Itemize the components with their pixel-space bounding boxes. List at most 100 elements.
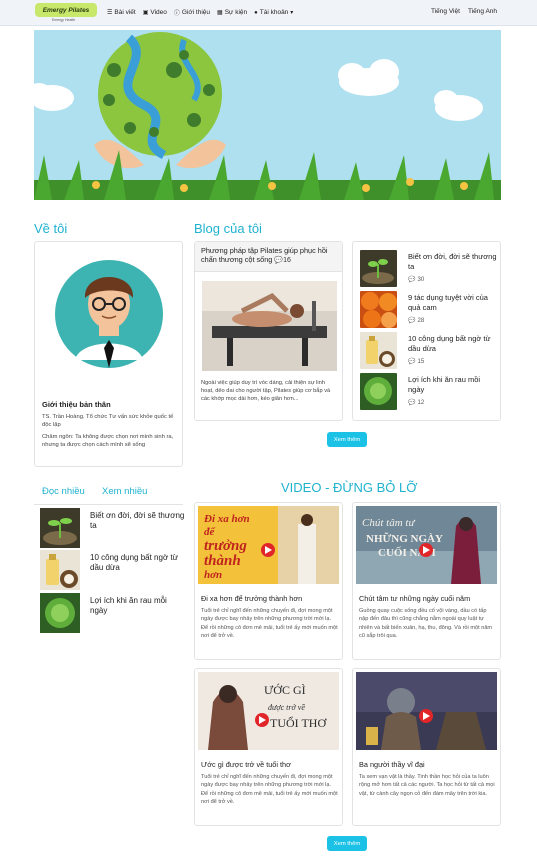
comment-icon: 💬	[408, 318, 416, 324]
list-item[interactable]: 10 công dụng bất ngờ từ dầu dừa 💬 15	[360, 332, 500, 370]
blog-list-meta: 💬 15	[408, 358, 424, 366]
list-item[interactable]: Biết ơn đời, đời sẽ thương ta	[40, 508, 185, 548]
video-title[interactable]: Ba người thầy vĩ đại	[359, 760, 499, 769]
video-description: Ta xem vạn vật là thầy. Tinh thần học hỏ…	[359, 774, 495, 797]
popular-thumb-greens	[40, 593, 80, 633]
svg-text:trưởng: trưởng	[204, 538, 247, 554]
comment-icon: 💬	[408, 359, 416, 365]
brand-logo-subtitle: Emergy Health	[52, 18, 76, 22]
list-item[interactable]: Lợi ích khi ăn rau mồi ngày 💬 12	[360, 373, 500, 411]
popular-thumb-coconut-oil	[40, 550, 80, 590]
svg-text:Đi xa hơn: Đi xa hơn	[203, 513, 250, 525]
user-icon: ●	[254, 9, 258, 16]
video-thumbnail[interactable]: Chút tâm tư NHỮNG NGÀY CUỐI NĂM	[356, 506, 497, 584]
play-icon[interactable]	[419, 709, 433, 723]
svg-text:hơn: hơn	[204, 569, 222, 581]
video-thumbnail[interactable]: Đi xa hơn để trưởng thành hơn	[198, 506, 339, 584]
popular-title[interactable]: Lợi ích khi ăn rau mỗi ngày	[90, 596, 185, 616]
tab-most-read[interactable]: Đọc nhiều	[42, 486, 85, 497]
comment-icon: 💬	[408, 400, 416, 406]
svg-text:được trở về: được trở về	[268, 703, 305, 712]
video-title[interactable]: Ước gì được trở về tuổi thơ	[201, 760, 341, 769]
film-icon: ▣	[142, 10, 149, 16]
video-description: Guồng quay cuộc sống đều cố vội vàng, dầ…	[359, 608, 493, 639]
list-item[interactable]: Biết ơn đời, đời sẽ thương ta 💬 30	[360, 250, 500, 288]
play-icon[interactable]	[255, 713, 269, 727]
blog-featured-title[interactable]: Phương pháp tập Pilates giúp phục hồi ch…	[201, 246, 328, 264]
info-icon: ⓘ	[173, 11, 180, 17]
video-title[interactable]: Đi xa hơn để trưởng thành hơn	[201, 594, 341, 603]
tab-most-viewed[interactable]: Xem nhiều	[102, 486, 147, 497]
nav-item-video[interactable]: ▣ Video	[143, 8, 167, 17]
lang-english-link[interactable]: Tiếng Anh	[468, 8, 497, 15]
nav-item-label: Video	[150, 9, 167, 16]
svg-text:thành: thành	[204, 553, 241, 569]
blog-more-button[interactable]: Xem thêm	[327, 432, 367, 447]
blog-list-meta: 💬 30	[408, 276, 425, 284]
nav-item-label: Giới thiệu	[181, 9, 211, 16]
list-icon: ☰	[107, 10, 113, 16]
blog-featured-comment-count: 16	[283, 257, 291, 264]
navbar: Emergy Pilates Emergy Health ☰ Bài viết ▣…	[0, 0, 537, 26]
video-card[interactable]: Đi xa hơn để trưởng thành hơn Đi xa hơn …	[194, 502, 343, 660]
blog-list-title[interactable]: 9 tác dụng tuyệt vời của quả cam	[408, 293, 498, 313]
brand-logo[interactable]: Emergy Pilates	[35, 3, 97, 17]
blog-list-meta: 💬 28	[408, 317, 425, 325]
lang-vietnamese-link[interactable]: Tiếng Việt	[431, 8, 460, 15]
popular-title[interactable]: 10 công dụng bất ngờ từ dầu dừa	[90, 553, 185, 573]
video-card[interactable]: Ba người thầy vĩ đại Ta xem vạn vật là t…	[352, 668, 501, 826]
nav-item-label: Tài khoản	[259, 9, 289, 16]
video-card[interactable]: Chút tâm tư NHỮNG NGÀY CUỐI NĂM Chút tâm…	[352, 502, 501, 660]
hero-banner	[34, 30, 501, 200]
nav-item-about[interactable]: ⓘ Giới thiệu	[174, 8, 210, 17]
blog-list-card: Biết ơn đời, đời sẽ thương ta 💬 30 9 tác …	[352, 241, 501, 421]
blog-list-meta: 💬 12	[408, 399, 424, 407]
blog-featured-header: Phương pháp tập Pilates giúp phục hồi ch…	[195, 242, 342, 272]
list-item[interactable]: Lợi ích khi ăn rau mỗi ngày	[40, 593, 185, 633]
about-title: Giới thiệu bản thân	[42, 400, 111, 409]
svg-text:ƯỚC GÌ: ƯỚC GÌ	[264, 683, 306, 697]
comment-icon: 💬	[408, 277, 416, 283]
list-item[interactable]: 9 tác dụng tuyệt vời của quả cam 💬 28	[360, 291, 500, 329]
video-thumbnail[interactable]	[356, 672, 497, 750]
play-icon[interactable]	[419, 543, 433, 557]
caret-down-icon: ▾	[290, 10, 294, 16]
video-description: Tuổi trẻ chỉ nghĩ đến những chuyến đi, đ…	[201, 774, 338, 805]
comment-icon: 💬	[274, 257, 284, 264]
play-icon[interactable]	[261, 543, 275, 557]
blog-list-title[interactable]: Biết ơn đời, đời sẽ thương ta	[408, 252, 498, 272]
blog-featured-image[interactable]	[202, 281, 337, 371]
about-heading: Về tôi	[34, 221, 68, 236]
about-credentials: TS. Trần Hoàng. Tổ chức Tư vấn sức khỏe …	[42, 414, 174, 428]
blog-featured-card[interactable]: Phương pháp tập Pilates giúp phục hồi ch…	[194, 241, 343, 421]
blog-featured-excerpt: Ngoài việc giúp duy trì vóc dáng, cải th…	[201, 380, 331, 402]
blog-thumb-oranges	[360, 291, 397, 328]
comment-count: 28	[417, 317, 425, 324]
blog-thumb-seedling	[360, 250, 397, 287]
svg-text:để: để	[204, 526, 216, 538]
main-nav: ☰ Bài viết ▣ Video ⓘ Giới thiệu ▦ Sự kiện ● T…	[107, 8, 293, 17]
blog-list-title[interactable]: 10 công dụng bất ngờ từ dầu dừa	[408, 334, 498, 354]
video-more-button[interactable]: Xem thêm	[327, 836, 367, 851]
nav-item-account[interactable]: ● Tài khoản ▾	[254, 8, 293, 17]
avatar	[55, 260, 163, 368]
video-title[interactable]: Chút tâm tư những ngày cuối năm	[359, 594, 499, 603]
blog-list-title[interactable]: Lợi ích khi ăn rau mồi ngày	[408, 375, 498, 395]
blog-thumb-greens	[360, 373, 397, 410]
popular-title[interactable]: Biết ơn đời, đời sẽ thương ta	[90, 511, 185, 531]
svg-text:Chút tâm tư: Chút tâm tư	[362, 517, 415, 529]
calendar-icon: ▦	[217, 10, 223, 16]
popular-thumb-seedling	[40, 508, 80, 548]
blog-heading: Blog của tôi	[194, 221, 262, 236]
blog-thumb-coconut-oil	[360, 332, 397, 369]
list-item[interactable]: 10 công dụng bất ngờ từ dầu dừa	[40, 550, 185, 590]
about-motto: Châm ngôn: Ta không được chọn nơi mình s…	[42, 434, 174, 448]
svg-text:NHỮNG NGÀY: NHỮNG NGÀY	[366, 532, 443, 545]
nav-item-articles[interactable]: ☰ Bài viết	[107, 8, 136, 17]
video-thumbnail[interactable]: ƯỚC GÌ được trở về TUỔI THƠ	[198, 672, 339, 750]
comment-count: 30	[417, 276, 425, 283]
nav-item-events[interactable]: ▦ Sự kiện	[217, 8, 247, 17]
video-description: Tuổi trẻ chỉ nghĩ đến những chuyến đi, đ…	[201, 608, 338, 639]
video-card[interactable]: ƯỚC GÌ được trở về TUỔI THƠ Ước gì được …	[194, 668, 343, 826]
popular-tabs: Đọc nhiều Xem nhiều	[34, 483, 183, 505]
